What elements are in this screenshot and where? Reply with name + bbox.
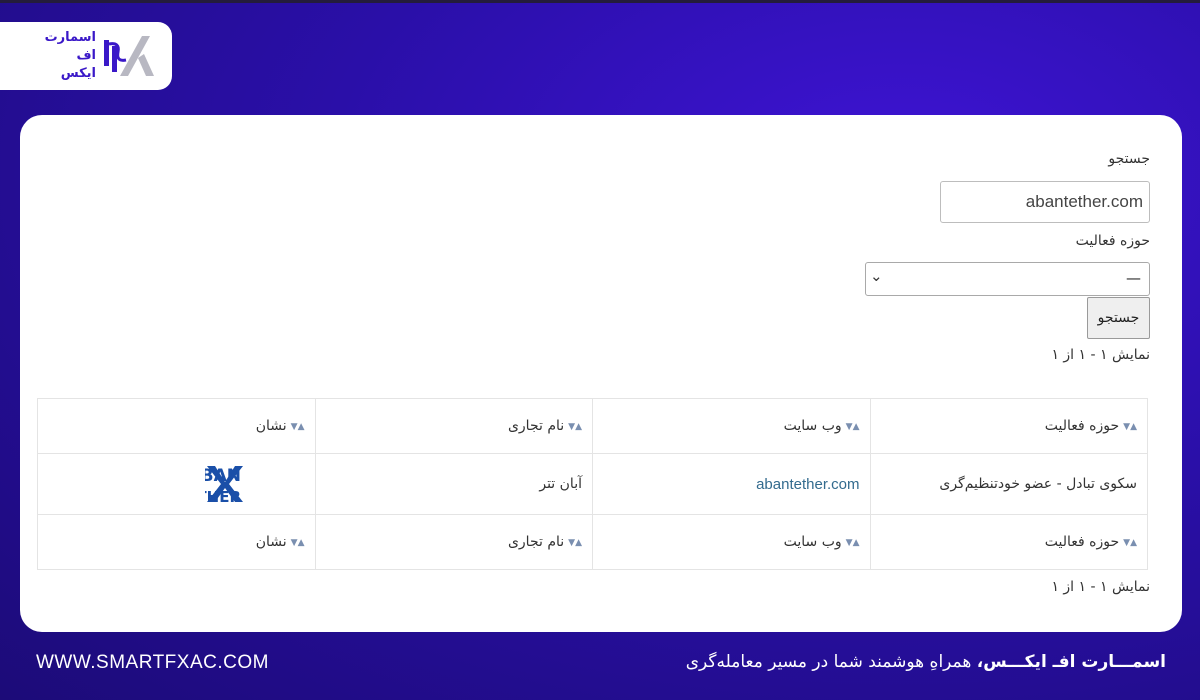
aban-tether-logo: ABAN TETHER bbox=[205, 466, 243, 506]
cell-activity: سکوی تبادل - عضو خودتنظیم‌گری bbox=[869, 453, 1148, 515]
logo-line-1: اسمارت bbox=[44, 30, 96, 45]
sort-icon: ▲▼ bbox=[568, 538, 582, 548]
sort-icon: ▲▼ bbox=[845, 538, 860, 548]
table-footer-row: ▲▼حوزه فعالیت ▲▼وب سایت ▲▼نام تجاری ▲▼نش… bbox=[37, 514, 1148, 570]
search-label: جستجو bbox=[1108, 151, 1150, 167]
column-label: وب سایت bbox=[783, 534, 842, 550]
column-header-website[interactable]: ▲▼وب سایت bbox=[592, 398, 871, 454]
column-footer-logo[interactable]: ▲▼نشان bbox=[37, 514, 316, 570]
sort-icon: ▲▼ bbox=[1123, 422, 1137, 432]
activity-select[interactable]: — ⌄ bbox=[865, 262, 1150, 296]
column-label: حوزه فعالیت bbox=[1044, 534, 1120, 550]
footer-tagline: اسمـــارت افـ ایکـــس، همراهِ هوشمند شما… bbox=[686, 652, 1166, 672]
cell-website: abantether.com bbox=[592, 453, 871, 515]
site-logo[interactable]: اسمارت اف ایکس bbox=[0, 22, 172, 90]
sort-icon: ▲▼ bbox=[290, 422, 305, 432]
column-label: نشان bbox=[255, 534, 287, 550]
column-label: نام تجاری bbox=[507, 418, 565, 434]
search-input[interactable] bbox=[940, 181, 1150, 223]
activity-label: حوزه فعالیت bbox=[1075, 233, 1150, 249]
column-label: نام تجاری bbox=[507, 534, 565, 550]
sort-icon: ▲▼ bbox=[290, 538, 305, 548]
column-header-brand-name[interactable]: ▲▼نام تجاری bbox=[314, 398, 593, 454]
svg-text:ABAN: ABAN bbox=[205, 466, 241, 486]
chevron-down-icon: ⌄ bbox=[870, 267, 883, 285]
column-footer-website[interactable]: ▲▼وب سایت bbox=[592, 514, 871, 570]
column-header-logo[interactable]: ▲▼نشان bbox=[37, 398, 316, 454]
website-link[interactable]: abantether.com bbox=[756, 476, 859, 493]
cell-logo: ABAN TETHER bbox=[37, 453, 316, 515]
column-label: حوزه فعالیت bbox=[1044, 418, 1120, 434]
column-label: وب سایت bbox=[783, 418, 842, 434]
logo-wordmark: اسمارت اف ایکس bbox=[36, 29, 96, 83]
column-footer-brand-name[interactable]: ▲▼نام تجاری bbox=[314, 514, 593, 570]
footer-url[interactable]: WWW.SMARTFXAC.COM bbox=[36, 652, 269, 674]
logo-line-3: ایکس bbox=[60, 66, 96, 81]
logo-icon bbox=[104, 36, 154, 76]
result-count-top: نمایش ۱ - ۱ از ۱ bbox=[1051, 347, 1150, 363]
svg-text:TETHER: TETHER bbox=[205, 488, 241, 506]
top-border bbox=[0, 0, 1200, 3]
footer-tagline-brand: اسمـــارت افـ ایکـــس، bbox=[976, 652, 1166, 672]
footer-tagline-text: همراهِ هوشمند شما در مسیر معامله‌گری bbox=[685, 652, 977, 672]
sort-icon: ▲▼ bbox=[568, 422, 582, 432]
column-label: نشان bbox=[255, 418, 287, 434]
table-header-row: ▲▼حوزه فعالیت ▲▼وب سایت ▲▼نام تجاری ▲▼نش… bbox=[37, 398, 1148, 454]
column-footer-activity[interactable]: ▲▼حوزه فعالیت bbox=[869, 514, 1148, 570]
sort-icon: ▲▼ bbox=[845, 422, 860, 432]
search-button[interactable]: جستجو bbox=[1087, 297, 1150, 339]
sort-icon: ▲▼ bbox=[1123, 538, 1137, 548]
activity-select-value: — bbox=[1126, 269, 1141, 287]
table-row: سکوی تبادل - عضو خودتنظیم‌گری abantether… bbox=[37, 453, 1148, 515]
result-count-bottom: نمایش ۱ - ۱ از ۱ bbox=[1051, 579, 1150, 595]
column-header-activity[interactable]: ▲▼حوزه فعالیت bbox=[869, 398, 1148, 454]
results-table: ▲▼حوزه فعالیت ▲▼وب سایت ▲▼نام تجاری ▲▼نش… bbox=[37, 398, 1148, 570]
cell-brand-name: آبان تتر bbox=[314, 453, 593, 515]
logo-line-2: اف bbox=[76, 48, 96, 63]
search-panel: جستجو حوزه فعالیت — ⌄ جستجو نمایش ۱ - ۱ … bbox=[20, 115, 1182, 632]
